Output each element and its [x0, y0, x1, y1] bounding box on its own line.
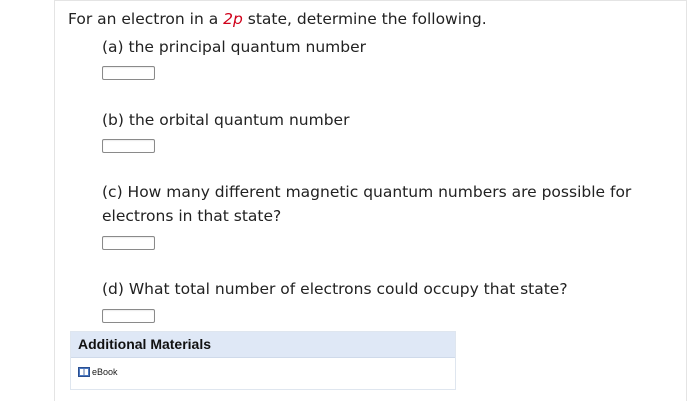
part-a-label: (a) the principal quantum number	[102, 38, 367, 56]
part-d-answer-input[interactable]	[102, 309, 155, 323]
question-text: For an electron in a 2p state, determine…	[68, 9, 487, 29]
book-icon	[78, 367, 90, 377]
part-d-label: (d) What total number of electrons could…	[102, 280, 568, 298]
ebook-label: eBook	[92, 367, 118, 377]
question-suffix: state, determine the following.	[242, 10, 487, 28]
question-prefix: For an electron in a	[68, 10, 224, 28]
part-b-answer-input[interactable]	[102, 139, 155, 153]
part-c-answer-input[interactable]	[102, 236, 155, 250]
part-a-answer-input[interactable]	[102, 66, 155, 80]
additional-materials-title: Additional Materials	[71, 332, 455, 358]
ebook-link[interactable]: eBook	[78, 367, 118, 377]
additional-materials-panel: Additional Materials eBook	[70, 331, 456, 390]
part-b-label: (b) the orbital quantum number	[102, 111, 350, 129]
electron-state: 2p	[223, 10, 243, 28]
part-c-label: (c) How many different magnetic quantum …	[102, 183, 632, 225]
